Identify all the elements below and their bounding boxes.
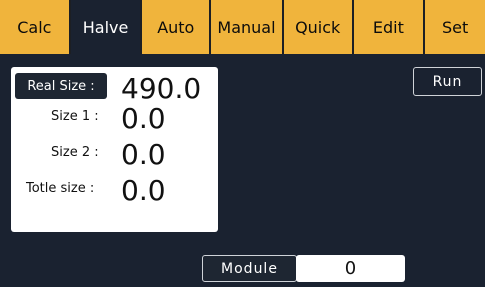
tab-manual[interactable]: Manual	[211, 0, 282, 54]
tab-bar: Calc Halve Auto Manual Quick Edit Set	[0, 0, 485, 54]
size2-value: 0.0	[121, 138, 166, 171]
run-button[interactable]: Run	[413, 67, 482, 96]
tab-set[interactable]: Set	[425, 0, 485, 54]
app-window: Calc Halve Auto Manual Quick Edit Set Re…	[0, 0, 485, 287]
tab-halve[interactable]: Halve	[70, 0, 141, 54]
totle-size-value: 0.0	[121, 174, 166, 207]
size-info-panel: Real Size : 490.0 Size 1 : 0.0 Size 2 : …	[11, 67, 218, 232]
tab-auto[interactable]: Auto	[142, 0, 210, 54]
totle-size-label: Totle size :	[26, 181, 95, 196]
tab-edit[interactable]: Edit	[353, 0, 424, 54]
size1-value: 0.0	[121, 102, 166, 135]
tab-quick[interactable]: Quick	[283, 0, 352, 54]
module-button[interactable]: Module	[202, 255, 297, 282]
size2-label: Size 2 :	[51, 145, 99, 160]
real-size-value: 490.0	[121, 72, 202, 105]
size1-label: Size 1 :	[51, 109, 99, 124]
module-value-field[interactable]: 0	[296, 255, 405, 282]
real-size-label: Real Size :	[15, 73, 107, 99]
tab-calc[interactable]: Calc	[0, 0, 69, 54]
